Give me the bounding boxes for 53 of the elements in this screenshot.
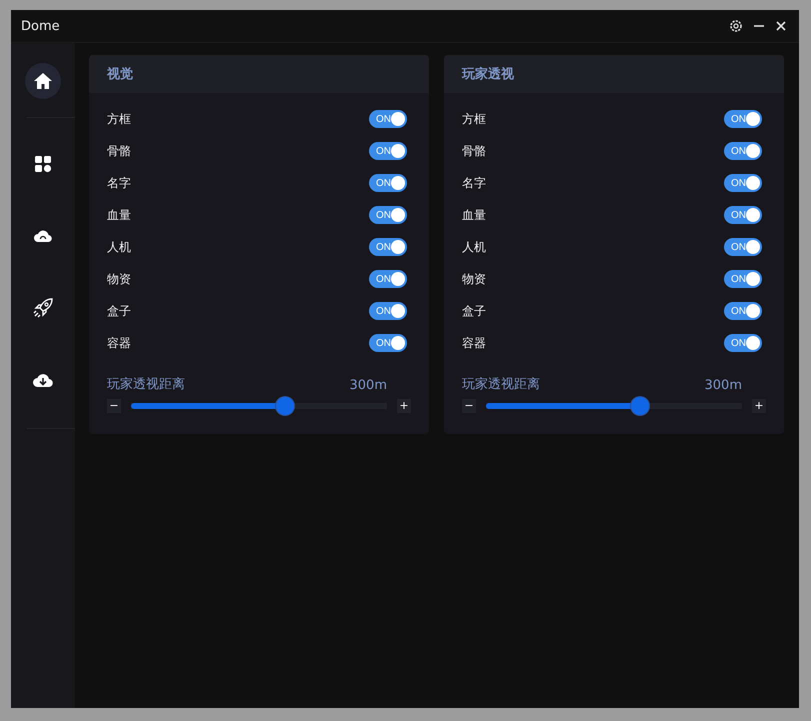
- slider-thumb[interactable]: [276, 397, 294, 415]
- toggle-switch[interactable]: ON: [724, 142, 762, 160]
- option-label: 骨骼: [462, 142, 486, 160]
- option-label: 容器: [107, 334, 131, 352]
- card-title: 玩家透视: [462, 66, 514, 83]
- slider-label: 玩家透视距离: [462, 376, 540, 393]
- rocket-icon: [32, 297, 54, 319]
- option-label: 盒子: [462, 302, 486, 320]
- option-label: 血量: [462, 206, 486, 224]
- slider-label: 玩家透视距离: [107, 376, 185, 393]
- nav-item[interactable]: [25, 63, 61, 99]
- close-icon[interactable]: [775, 20, 787, 32]
- option-label: 人机: [107, 238, 131, 256]
- decrease-button[interactable]: −: [462, 399, 476, 413]
- window-title: Dome: [21, 18, 60, 34]
- option-label: 盒子: [107, 302, 131, 320]
- option-label: 物资: [107, 270, 131, 288]
- toggle-switch[interactable]: ON: [369, 142, 407, 160]
- toggle-switch[interactable]: ON: [369, 238, 407, 256]
- toggle-switch[interactable]: ON: [369, 110, 407, 128]
- home-icon: [33, 71, 53, 91]
- toggle-switch[interactable]: ON: [724, 270, 762, 288]
- card-title: 视觉: [107, 66, 133, 83]
- option-label: 名字: [107, 174, 131, 192]
- toggle-switch[interactable]: ON: [369, 302, 407, 320]
- cloud-icon: [33, 228, 53, 244]
- grid-icon: [34, 155, 52, 173]
- option-label: 方框: [107, 110, 131, 128]
- settings-icon[interactable]: [729, 19, 743, 33]
- toggle-switch[interactable]: ON: [724, 302, 762, 320]
- option-label: 方框: [462, 110, 486, 128]
- decrease-button[interactable]: −: [107, 399, 121, 413]
- cloud-download-icon: [32, 371, 54, 389]
- toggle-switch[interactable]: ON: [724, 174, 762, 192]
- toggle-switch[interactable]: ON: [369, 334, 407, 352]
- toggle-switch[interactable]: ON: [369, 206, 407, 224]
- slider-thumb[interactable]: [630, 397, 649, 415]
- option-label: 物资: [462, 270, 486, 288]
- toggle-switch[interactable]: ON: [724, 238, 762, 256]
- toggle-switch[interactable]: ON: [724, 110, 762, 128]
- option-label: 容器: [462, 334, 486, 352]
- slider-value: 300m: [704, 378, 742, 393]
- option-label: 血量: [107, 206, 131, 224]
- toggle-switch[interactable]: ON: [369, 270, 407, 288]
- option-label: 骨骼: [107, 142, 131, 160]
- toggle-switch[interactable]: ON: [724, 206, 762, 224]
- toggle-switch[interactable]: ON: [724, 334, 762, 352]
- toggle-switch[interactable]: ON: [369, 174, 407, 192]
- increase-button[interactable]: +: [397, 399, 411, 413]
- slider-value: 300m: [350, 378, 387, 393]
- option-label: 名字: [462, 174, 486, 192]
- increase-button[interactable]: +: [752, 399, 766, 413]
- option-label: 人机: [462, 238, 486, 256]
